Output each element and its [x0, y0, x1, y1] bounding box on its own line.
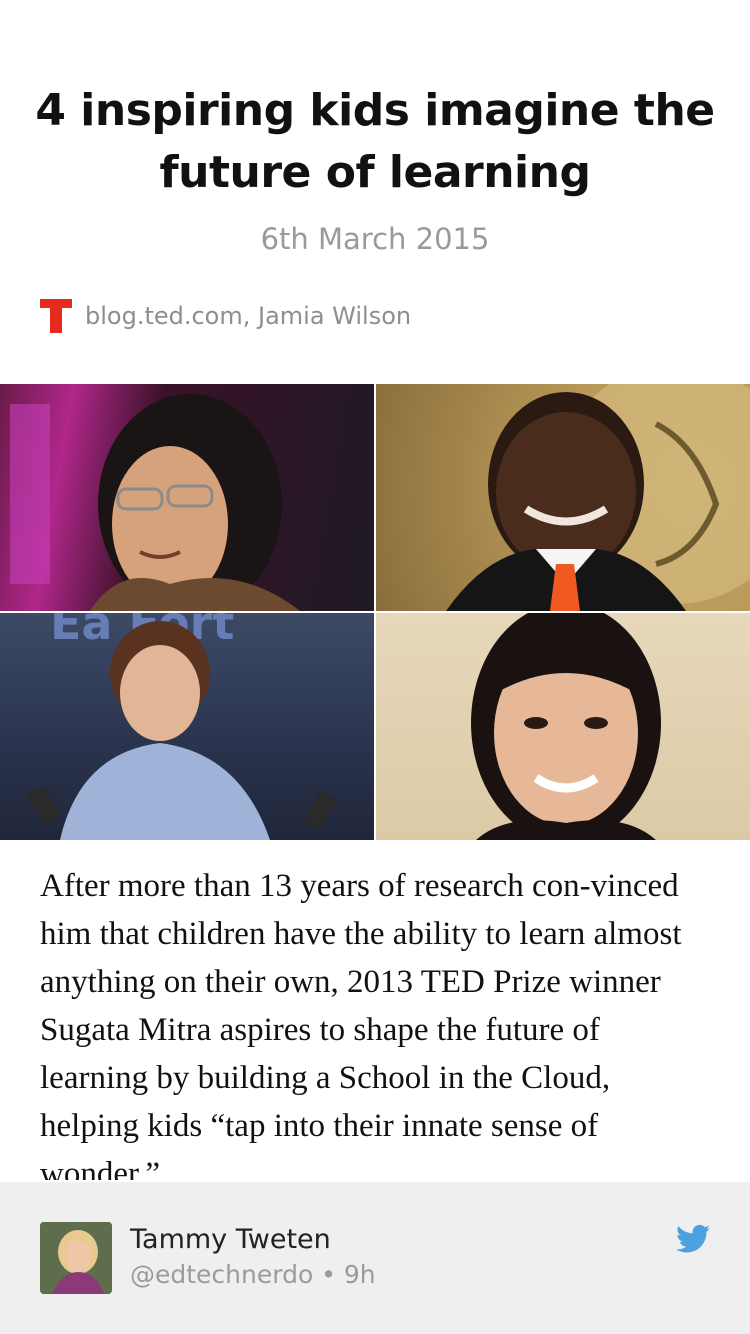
kid-photo-3: Ea Fort: [0, 613, 374, 840]
article-headline[interactable]: 4 inspiring kids imagine the future of l…: [30, 80, 720, 204]
article-source[interactable]: blog.ted.com, Jamia Wilson: [40, 298, 411, 334]
article-date: 6th March 2015: [260, 222, 490, 256]
kid-photo-2: [376, 384, 750, 611]
avatar[interactable]: [40, 1222, 112, 1294]
article-image-grid[interactable]: Ea Fort: [0, 384, 750, 840]
ted-logo-icon: [40, 299, 72, 333]
twitter-icon[interactable]: [676, 1224, 710, 1254]
article-body[interactable]: After more than 13 years of research con…: [40, 862, 710, 1180]
author-handle-time: @edtechnerdo • 9h: [130, 1260, 376, 1289]
author-name[interactable]: Tammy Tweten: [130, 1224, 331, 1255]
kid-photo-1: [0, 384, 374, 611]
kid-photo-4: [376, 613, 750, 840]
shared-by-bar[interactable]: Tammy Tweten @edtechnerdo • 9h: [0, 1182, 750, 1334]
source-label: blog.ted.com, Jamia Wilson: [85, 302, 412, 330]
